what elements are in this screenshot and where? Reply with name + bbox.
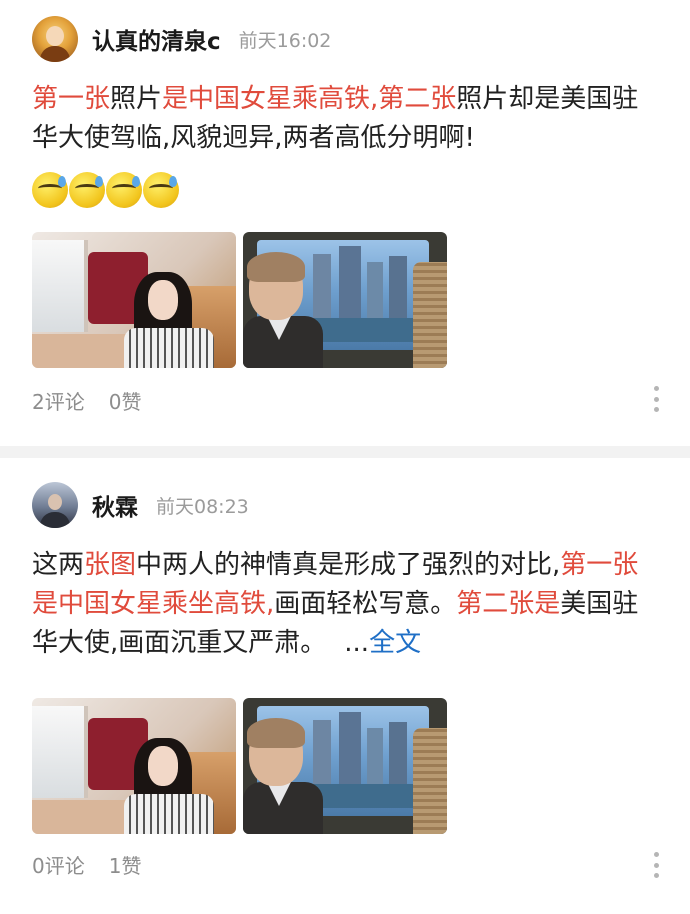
photo-shirt	[124, 794, 214, 834]
post-stats: 2评论 0赞	[32, 386, 165, 415]
photo-building	[389, 256, 407, 324]
expand-full-text-link[interactable]: 全文	[369, 628, 421, 658]
photo-window	[32, 240, 88, 332]
timestamp: 前天08:23	[156, 495, 249, 518]
post-text: 这两张图中两人的神情真是形成了强烈的对比,第一张是中国女星乘坐高铁,画面轻松写意…	[32, 546, 660, 663]
photo-building	[367, 728, 383, 790]
text-segment: 第一张	[32, 84, 111, 114]
photo-building	[339, 712, 361, 790]
photo-window	[32, 706, 88, 798]
emoji-row	[32, 172, 180, 208]
photo-building	[339, 246, 361, 324]
dot	[654, 407, 659, 412]
photo-building	[313, 720, 331, 790]
sweat-smile-emoji-icon	[143, 172, 179, 208]
actress-on-train-photo[interactable]	[32, 698, 236, 834]
sweat-smile-emoji-icon	[32, 172, 68, 208]
post-stats: 0评论 1赞	[32, 850, 165, 879]
dot	[654, 386, 659, 391]
text-segment: 画面轻松写意。	[274, 589, 457, 619]
text-segment: 中两人的神情真是形成了强烈的对比,	[136, 550, 561, 580]
photo-seat	[413, 262, 447, 368]
ambassador-on-train-photo[interactable]	[243, 232, 447, 368]
ellipsis: ...	[344, 628, 370, 658]
like-count[interactable]: 0赞	[109, 386, 142, 415]
photo-hair	[247, 718, 305, 748]
photo-face	[148, 280, 178, 320]
like-count[interactable]: 1赞	[109, 850, 142, 879]
comment-count[interactable]: 2评论	[32, 386, 85, 415]
comment-post-2: 秋霖 前天08:23 这两张图中两人的神情真是形成了强烈的对比,第一张是中国女星…	[0, 458, 690, 914]
avatar-face	[46, 26, 64, 46]
actress-on-train-photo[interactable]	[32, 232, 236, 368]
sweat-smile-emoji-icon	[69, 172, 105, 208]
post-divider	[0, 446, 690, 458]
dot	[654, 873, 659, 878]
username[interactable]: 秋霖	[92, 488, 138, 522]
avatar[interactable]	[32, 482, 78, 528]
dot	[654, 862, 659, 868]
text-segment: 照片	[110, 84, 163, 114]
post-text: 第一张照片是中国女星乘高铁,第二张照片却是美国驻华大使驾临,风貌迥异,两者高低分…	[32, 80, 660, 158]
text-segment: 张图	[84, 550, 137, 580]
more-options-icon[interactable]	[654, 852, 660, 878]
avatar-body	[40, 46, 70, 62]
comment-post-1: 认真的清泉c 前天16:02 第一张照片是中国女星乘高铁,第二张照片却是美国驻华…	[0, 0, 690, 446]
post-header: 认真的清泉c 前天16:02	[32, 16, 331, 62]
photo-seat	[413, 728, 447, 834]
avatar-face	[48, 494, 62, 510]
avatar[interactable]	[32, 16, 78, 62]
text-segment: 是中国女星乘高铁,第二张	[162, 84, 457, 114]
photo-face	[148, 746, 178, 786]
ambassador-on-train-photo[interactable]	[243, 698, 447, 834]
post-header: 秋霖 前天08:23	[32, 482, 249, 528]
timestamp: 前天16:02	[238, 29, 332, 52]
text-segment: 第二张是	[456, 589, 561, 619]
photo-building	[389, 722, 407, 790]
text-segment: 这两	[32, 550, 85, 580]
dot	[654, 852, 659, 857]
sweat-smile-emoji-icon	[106, 172, 142, 208]
photo-building	[367, 262, 383, 324]
photo-hair	[247, 252, 305, 282]
photo-shirt	[124, 328, 214, 368]
dot	[654, 396, 659, 402]
username[interactable]: 认真的清泉c	[92, 22, 221, 56]
comment-count[interactable]: 0评论	[32, 850, 85, 879]
photo-building	[313, 254, 331, 324]
photo-grid	[32, 698, 447, 834]
photo-grid	[32, 232, 447, 368]
more-options-icon[interactable]	[654, 386, 660, 412]
avatar-body	[40, 512, 70, 528]
